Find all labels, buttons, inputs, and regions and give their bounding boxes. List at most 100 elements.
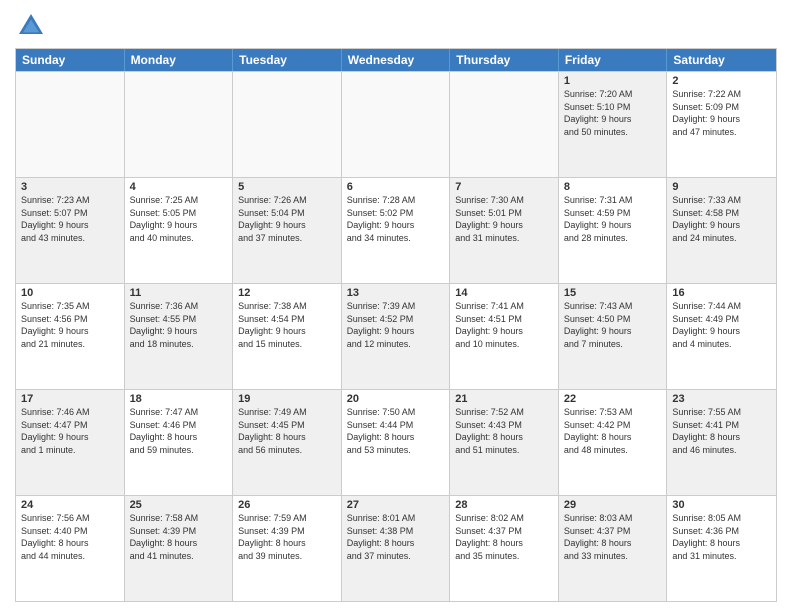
- cal-header-day-saturday: Saturday: [667, 49, 776, 71]
- day-number: 19: [238, 393, 336, 405]
- cal-header-day-tuesday: Tuesday: [233, 49, 342, 71]
- cal-cell-1-5: 8Sunrise: 7:31 AM Sunset: 4:59 PM Daylig…: [559, 178, 668, 283]
- day-number: 18: [130, 393, 228, 405]
- day-number: 7: [455, 181, 553, 193]
- logo-icon: [15, 10, 47, 42]
- day-number: 14: [455, 287, 553, 299]
- day-number: 16: [672, 287, 771, 299]
- day-number: 20: [347, 393, 445, 405]
- cal-cell-0-4: [450, 72, 559, 177]
- day-number: 2: [672, 75, 771, 87]
- day-number: 24: [21, 499, 119, 511]
- day-info: Sunrise: 7:33 AM Sunset: 4:58 PM Dayligh…: [672, 194, 771, 244]
- cal-row-0: 1Sunrise: 7:20 AM Sunset: 5:10 PM Daylig…: [16, 71, 776, 177]
- cal-cell-3-0: 17Sunrise: 7:46 AM Sunset: 4:47 PM Dayli…: [16, 390, 125, 495]
- cal-row-1: 3Sunrise: 7:23 AM Sunset: 5:07 PM Daylig…: [16, 177, 776, 283]
- day-info: Sunrise: 7:36 AM Sunset: 4:55 PM Dayligh…: [130, 300, 228, 350]
- day-info: Sunrise: 7:59 AM Sunset: 4:39 PM Dayligh…: [238, 512, 336, 562]
- page: SundayMondayTuesdayWednesdayThursdayFrid…: [0, 0, 792, 612]
- day-info: Sunrise: 7:20 AM Sunset: 5:10 PM Dayligh…: [564, 88, 662, 138]
- calendar: SundayMondayTuesdayWednesdayThursdayFrid…: [15, 48, 777, 602]
- cal-cell-0-3: [342, 72, 451, 177]
- day-info: Sunrise: 7:56 AM Sunset: 4:40 PM Dayligh…: [21, 512, 119, 562]
- cal-cell-3-3: 20Sunrise: 7:50 AM Sunset: 4:44 PM Dayli…: [342, 390, 451, 495]
- day-info: Sunrise: 7:38 AM Sunset: 4:54 PM Dayligh…: [238, 300, 336, 350]
- cal-cell-3-4: 21Sunrise: 7:52 AM Sunset: 4:43 PM Dayli…: [450, 390, 559, 495]
- cal-cell-0-0: [16, 72, 125, 177]
- cal-header-day-thursday: Thursday: [450, 49, 559, 71]
- day-info: Sunrise: 7:28 AM Sunset: 5:02 PM Dayligh…: [347, 194, 445, 244]
- day-info: Sunrise: 7:46 AM Sunset: 4:47 PM Dayligh…: [21, 406, 119, 456]
- cal-cell-4-1: 25Sunrise: 7:58 AM Sunset: 4:39 PM Dayli…: [125, 496, 234, 601]
- day-info: Sunrise: 7:52 AM Sunset: 4:43 PM Dayligh…: [455, 406, 553, 456]
- cal-cell-0-6: 2Sunrise: 7:22 AM Sunset: 5:09 PM Daylig…: [667, 72, 776, 177]
- cal-row-4: 24Sunrise: 7:56 AM Sunset: 4:40 PM Dayli…: [16, 495, 776, 601]
- cal-cell-1-6: 9Sunrise: 7:33 AM Sunset: 4:58 PM Daylig…: [667, 178, 776, 283]
- cal-cell-0-2: [233, 72, 342, 177]
- cal-cell-2-6: 16Sunrise: 7:44 AM Sunset: 4:49 PM Dayli…: [667, 284, 776, 389]
- day-number: 5: [238, 181, 336, 193]
- day-number: 10: [21, 287, 119, 299]
- cal-row-3: 17Sunrise: 7:46 AM Sunset: 4:47 PM Dayli…: [16, 389, 776, 495]
- cal-cell-2-2: 12Sunrise: 7:38 AM Sunset: 4:54 PM Dayli…: [233, 284, 342, 389]
- day-info: Sunrise: 7:23 AM Sunset: 5:07 PM Dayligh…: [21, 194, 119, 244]
- cal-cell-4-6: 30Sunrise: 8:05 AM Sunset: 4:36 PM Dayli…: [667, 496, 776, 601]
- day-info: Sunrise: 8:01 AM Sunset: 4:38 PM Dayligh…: [347, 512, 445, 562]
- day-number: 9: [672, 181, 771, 193]
- cal-header-day-wednesday: Wednesday: [342, 49, 451, 71]
- day-info: Sunrise: 8:05 AM Sunset: 4:36 PM Dayligh…: [672, 512, 771, 562]
- cal-cell-0-5: 1Sunrise: 7:20 AM Sunset: 5:10 PM Daylig…: [559, 72, 668, 177]
- day-info: Sunrise: 7:55 AM Sunset: 4:41 PM Dayligh…: [672, 406, 771, 456]
- day-info: Sunrise: 7:43 AM Sunset: 4:50 PM Dayligh…: [564, 300, 662, 350]
- cal-header-day-monday: Monday: [125, 49, 234, 71]
- cal-cell-1-1: 4Sunrise: 7:25 AM Sunset: 5:05 PM Daylig…: [125, 178, 234, 283]
- cal-cell-3-6: 23Sunrise: 7:55 AM Sunset: 4:41 PM Dayli…: [667, 390, 776, 495]
- day-info: Sunrise: 8:03 AM Sunset: 4:37 PM Dayligh…: [564, 512, 662, 562]
- cal-cell-2-3: 13Sunrise: 7:39 AM Sunset: 4:52 PM Dayli…: [342, 284, 451, 389]
- calendar-body: 1Sunrise: 7:20 AM Sunset: 5:10 PM Daylig…: [16, 71, 776, 601]
- header: [15, 10, 777, 42]
- day-info: Sunrise: 7:47 AM Sunset: 4:46 PM Dayligh…: [130, 406, 228, 456]
- cal-cell-2-0: 10Sunrise: 7:35 AM Sunset: 4:56 PM Dayli…: [16, 284, 125, 389]
- cal-cell-1-4: 7Sunrise: 7:30 AM Sunset: 5:01 PM Daylig…: [450, 178, 559, 283]
- day-number: 8: [564, 181, 662, 193]
- day-number: 15: [564, 287, 662, 299]
- day-number: 23: [672, 393, 771, 405]
- cal-cell-4-5: 29Sunrise: 8:03 AM Sunset: 4:37 PM Dayli…: [559, 496, 668, 601]
- day-info: Sunrise: 7:31 AM Sunset: 4:59 PM Dayligh…: [564, 194, 662, 244]
- day-info: Sunrise: 7:25 AM Sunset: 5:05 PM Dayligh…: [130, 194, 228, 244]
- day-number: 21: [455, 393, 553, 405]
- day-number: 22: [564, 393, 662, 405]
- day-number: 4: [130, 181, 228, 193]
- cal-cell-3-1: 18Sunrise: 7:47 AM Sunset: 4:46 PM Dayli…: [125, 390, 234, 495]
- cal-cell-4-2: 26Sunrise: 7:59 AM Sunset: 4:39 PM Dayli…: [233, 496, 342, 601]
- day-info: Sunrise: 7:22 AM Sunset: 5:09 PM Dayligh…: [672, 88, 771, 138]
- day-number: 11: [130, 287, 228, 299]
- day-info: Sunrise: 7:41 AM Sunset: 4:51 PM Dayligh…: [455, 300, 553, 350]
- day-info: Sunrise: 7:44 AM Sunset: 4:49 PM Dayligh…: [672, 300, 771, 350]
- day-number: 12: [238, 287, 336, 299]
- cal-cell-2-4: 14Sunrise: 7:41 AM Sunset: 4:51 PM Dayli…: [450, 284, 559, 389]
- cal-row-2: 10Sunrise: 7:35 AM Sunset: 4:56 PM Dayli…: [16, 283, 776, 389]
- day-info: Sunrise: 7:26 AM Sunset: 5:04 PM Dayligh…: [238, 194, 336, 244]
- day-number: 26: [238, 499, 336, 511]
- day-number: 27: [347, 499, 445, 511]
- day-number: 25: [130, 499, 228, 511]
- cal-cell-1-0: 3Sunrise: 7:23 AM Sunset: 5:07 PM Daylig…: [16, 178, 125, 283]
- day-info: Sunrise: 7:30 AM Sunset: 5:01 PM Dayligh…: [455, 194, 553, 244]
- cal-header-day-friday: Friday: [559, 49, 668, 71]
- day-info: Sunrise: 7:50 AM Sunset: 4:44 PM Dayligh…: [347, 406, 445, 456]
- cal-header-day-sunday: Sunday: [16, 49, 125, 71]
- cal-cell-1-3: 6Sunrise: 7:28 AM Sunset: 5:02 PM Daylig…: [342, 178, 451, 283]
- cal-cell-3-5: 22Sunrise: 7:53 AM Sunset: 4:42 PM Dayli…: [559, 390, 668, 495]
- day-info: Sunrise: 8:02 AM Sunset: 4:37 PM Dayligh…: [455, 512, 553, 562]
- day-info: Sunrise: 7:58 AM Sunset: 4:39 PM Dayligh…: [130, 512, 228, 562]
- day-number: 29: [564, 499, 662, 511]
- day-number: 13: [347, 287, 445, 299]
- logo: [15, 10, 51, 42]
- day-number: 28: [455, 499, 553, 511]
- day-info: Sunrise: 7:53 AM Sunset: 4:42 PM Dayligh…: [564, 406, 662, 456]
- day-number: 3: [21, 181, 119, 193]
- cal-cell-2-5: 15Sunrise: 7:43 AM Sunset: 4:50 PM Dayli…: [559, 284, 668, 389]
- cal-cell-3-2: 19Sunrise: 7:49 AM Sunset: 4:45 PM Dayli…: [233, 390, 342, 495]
